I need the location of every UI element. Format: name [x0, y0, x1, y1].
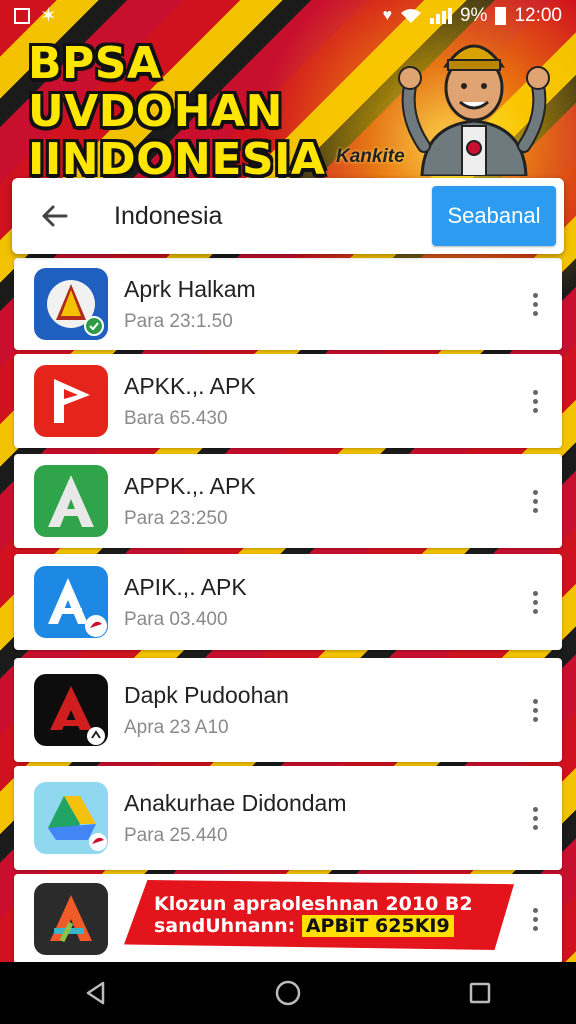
app-icon-drive — [34, 782, 108, 854]
app-subtitle: Bara 65.430 — [124, 407, 228, 429]
location-icon: ♥ — [382, 7, 392, 24]
app-title: Aprk Halkam — [124, 275, 256, 302]
clock: 12:00 — [514, 5, 562, 26]
arrow-left-icon — [42, 205, 68, 227]
app-icon-green — [34, 465, 108, 537]
list-item[interactable]: Dapk Pudoohan Apra 23 A10 — [14, 658, 562, 762]
app-icon-red — [34, 365, 108, 437]
letter-a-icon — [48, 475, 94, 527]
app-icon-blue — [34, 566, 108, 638]
more-options-icon[interactable] — [520, 806, 550, 830]
promo-banner[interactable]: Klozun apraoleshnan 2010 B2 sandUhnann: … — [124, 880, 514, 950]
app-subtitle: Para 23:250 — [124, 507, 228, 529]
search-input[interactable]: Indonesia — [114, 202, 432, 231]
app-subtitle: Para 25.440 — [124, 824, 228, 846]
app-store-a-icon — [48, 578, 107, 637]
app-subtitle: Para 23:1.50 — [124, 310, 233, 332]
list-item[interactable]: APIK.,. APK Para 03.400 — [14, 554, 562, 650]
banner-title-line1: BPSA UVDOHAN — [28, 38, 283, 137]
more-options-icon[interactable] — [520, 907, 550, 931]
app-subtitle: Apra 23 A10 — [124, 716, 229, 738]
nav-home-button[interactable] — [258, 973, 318, 1013]
back-button[interactable] — [34, 204, 74, 228]
nav-back-button[interactable] — [66, 973, 126, 1013]
more-options-icon[interactable] — [520, 489, 550, 513]
list-item[interactable]: APKK.,. APK Bara 65.430 — [14, 354, 562, 448]
mascot-caption: Kankite — [336, 146, 405, 167]
navigation-bar — [0, 962, 576, 1024]
promo-line1: Klozun apraoleshnan 2010 B2 — [154, 893, 473, 915]
drive-triangle-icon — [48, 796, 107, 851]
status-bar: ✶ ♥ 9% 12:00 — [0, 0, 576, 32]
star-icon: ✶ — [40, 5, 57, 27]
more-options-icon[interactable] — [520, 698, 550, 722]
emblem-icon — [47, 280, 104, 336]
battery-icon — [495, 7, 507, 25]
app-icon-emblem — [34, 268, 108, 340]
nav-recents-button[interactable] — [450, 973, 510, 1013]
more-options-icon[interactable] — [520, 292, 550, 316]
mascot-illustration — [398, 44, 550, 176]
red-a-icon — [50, 686, 105, 745]
notification-icon — [14, 8, 30, 24]
search-button[interactable]: Seabanal — [432, 186, 556, 246]
promo-highlight: APBiT 625KI9 — [301, 915, 454, 937]
app-title: APIK.,. APK — [124, 573, 247, 600]
app-subtitle: Para 03.400 — [124, 608, 228, 630]
list-item[interactable]: APPK.,. APK Para 23:250 — [14, 454, 562, 548]
signal-icon — [429, 8, 452, 24]
colorful-a-icon — [50, 895, 92, 943]
app-title: Dapk Pudoohan — [124, 681, 289, 708]
app-title: Anakurhae Didondam — [124, 789, 347, 816]
play-p-icon — [54, 379, 90, 423]
more-options-icon[interactable] — [520, 389, 550, 413]
wifi-icon — [400, 9, 421, 23]
app-icon-dark — [34, 883, 108, 955]
more-options-icon[interactable] — [520, 590, 550, 614]
home-circle-icon — [275, 980, 301, 1006]
promo-line2-prefix: sandUhnann: — [154, 915, 296, 937]
app-icon-black — [34, 674, 108, 746]
search-bar: Indonesia Seabanal — [12, 178, 564, 254]
list-item[interactable]: Aprk Halkam Para 23:1.50 — [14, 258, 562, 350]
signal-text: 9% — [459, 5, 488, 26]
app-title: APPK.,. APK — [124, 472, 256, 499]
app-title: APKK.,. APK — [124, 372, 256, 399]
back-triangle-icon — [86, 981, 105, 1005]
promo-line2: sandUhnann: APBiT 625KI9 — [154, 915, 514, 937]
list-item[interactable]: Anakurhae Didondam Para 25.440 — [14, 766, 562, 870]
recents-square-icon — [469, 982, 491, 1004]
